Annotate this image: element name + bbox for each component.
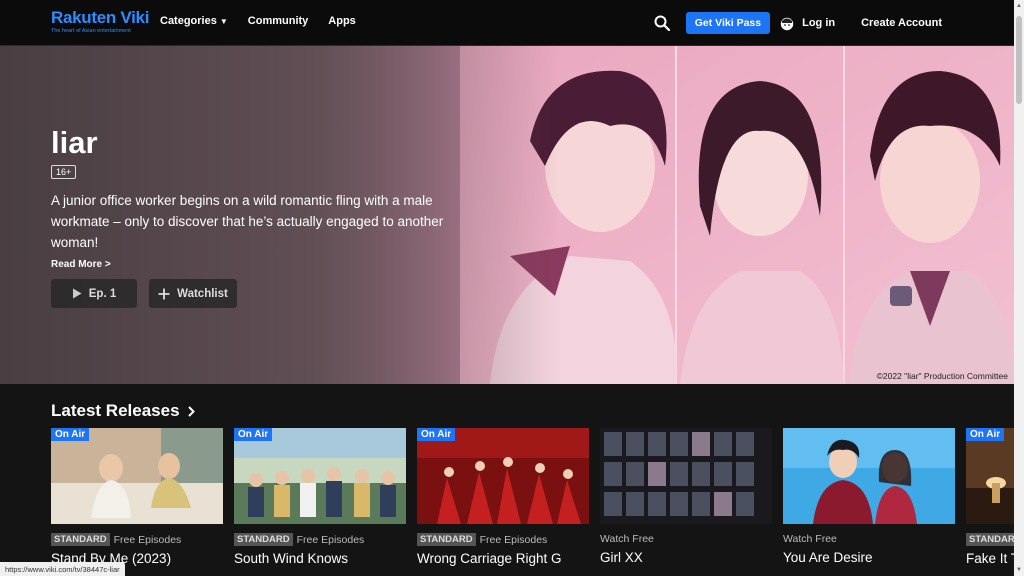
scroll-thumb[interactable] <box>1016 16 1022 104</box>
show-card[interactable]: Watch Free Girl XX <box>600 428 772 566</box>
play-icon <box>72 288 82 299</box>
chevron-right-icon <box>187 405 195 417</box>
nav-categories-label: Categories <box>160 15 217 27</box>
card-title: Wrong Carriage Right G <box>417 551 562 566</box>
watchlist-label: Watchlist <box>177 287 228 300</box>
create-account-link[interactable]: Create Account <box>861 17 942 29</box>
scroll-down-arrow-icon[interactable]: ▼ <box>1015 566 1023 574</box>
hero-banner[interactable]: liar 16+ A junior office worker begins o… <box>0 46 1014 384</box>
on-air-badge: On Air <box>417 428 456 441</box>
card-meta: STANDAR <box>966 533 1018 546</box>
login-link[interactable]: Log in <box>802 17 835 29</box>
logo-text: Rakuten Viki <box>51 8 150 27</box>
search-icon[interactable] <box>654 15 670 31</box>
standard-badge: STANDARD <box>417 533 476 546</box>
nav-categories[interactable]: Categories ▼ <box>160 15 228 27</box>
add-watchlist-button[interactable]: Watchlist <box>149 279 237 308</box>
card-meta-text: Free Episodes <box>296 533 365 546</box>
hero-actions: Ep. 1 Watchlist <box>51 279 471 308</box>
card-meta-text: Free Episodes <box>479 533 548 546</box>
read-more-link[interactable]: Read More > <box>51 259 471 270</box>
card-title: Girl XX <box>600 550 643 565</box>
nav-community[interactable]: Community <box>248 15 309 27</box>
card-meta: STANDARD Free Episodes <box>234 533 406 546</box>
card-thumbnail: On Air <box>234 428 406 524</box>
logo-tagline: The heart of Asian entertainment <box>51 28 131 34</box>
card-meta: Watch Free <box>783 533 955 545</box>
get-viki-pass-button[interactable]: Get Viki Pass <box>685 12 771 34</box>
card-thumbnail: On Air <box>417 428 589 524</box>
plus-icon <box>158 288 170 299</box>
card-meta: STANDARD Free Episodes <box>417 533 589 546</box>
scroll-up-arrow-icon[interactable]: ▲ <box>1015 2 1023 10</box>
age-rating-badge: 16+ <box>51 165 77 179</box>
hero-title[interactable]: liar <box>51 126 471 160</box>
top-navbar: Rakuten Viki The heart of Asian entertai… <box>0 0 1014 46</box>
latest-releases-label: Latest Releases <box>51 401 180 420</box>
show-card[interactable]: On Air STANDARD Free Episodes Stand By M… <box>51 428 223 566</box>
card-meta: STANDARD Free Episodes <box>51 533 223 546</box>
card-meta: Watch Free <box>600 533 772 545</box>
card-thumbnail: On Air <box>51 428 223 524</box>
card-title: You Are Desire <box>783 550 873 565</box>
play-episode-label: Ep. 1 <box>88 287 117 300</box>
page-scrollbar[interactable]: ▲ ▼ <box>1014 0 1024 576</box>
caret-down-icon: ▼ <box>219 16 228 26</box>
latest-releases-row: On Air STANDARD Free Episodes Stand By M… <box>51 428 1018 566</box>
main-nav: Categories ▼ Community Apps <box>160 15 356 27</box>
card-thumbnail <box>783 428 955 524</box>
nav-right: Get Viki Pass Log in Create Account <box>654 12 942 34</box>
user-avatar-icon <box>780 17 794 31</box>
latest-releases-heading[interactable]: Latest Releases <box>51 401 195 421</box>
card-meta-text: Free Episodes <box>113 533 182 546</box>
show-card[interactable]: Watch Free You Are Desire <box>783 428 955 566</box>
card-title: Fake It T <box>966 551 1018 566</box>
standard-badge: STANDARD <box>51 533 110 546</box>
on-air-badge: On Air <box>966 428 1005 441</box>
card-title: South Wind Knows <box>234 551 349 566</box>
card-thumbnail <box>600 428 772 524</box>
card-thumbnail: On Air <box>966 428 1018 524</box>
play-episode-button[interactable]: Ep. 1 <box>51 279 137 308</box>
show-card[interactable]: On Air STANDARD Free Episodes South Wind… <box>234 428 406 566</box>
rakuten-viki-logo[interactable]: Rakuten Viki The heart of Asian entertai… <box>51 8 150 35</box>
standard-badge: STANDARD <box>234 533 293 546</box>
show-card[interactable]: On Air STANDAR Fake It T <box>966 428 1018 566</box>
on-air-badge: On Air <box>234 428 273 441</box>
hero-content: liar 16+ A junior office worker begins o… <box>51 126 471 308</box>
hero-copyright: ©2022 "liar" Production Committee <box>876 371 1008 381</box>
link-status-bar: https://www.viki.com/tv/38447c-liar <box>0 562 125 576</box>
show-card[interactable]: On Air STANDARD Free Episodes Wrong Carr… <box>417 428 589 566</box>
card-meta-text: Watch Free <box>783 533 837 545</box>
nav-apps[interactable]: Apps <box>328 15 356 27</box>
hero-description: A junior office worker begins on a wild … <box>51 193 444 250</box>
card-meta-text: Watch Free <box>600 533 654 545</box>
on-air-badge: On Air <box>51 428 90 441</box>
standard-badge: STANDAR <box>966 533 1018 546</box>
